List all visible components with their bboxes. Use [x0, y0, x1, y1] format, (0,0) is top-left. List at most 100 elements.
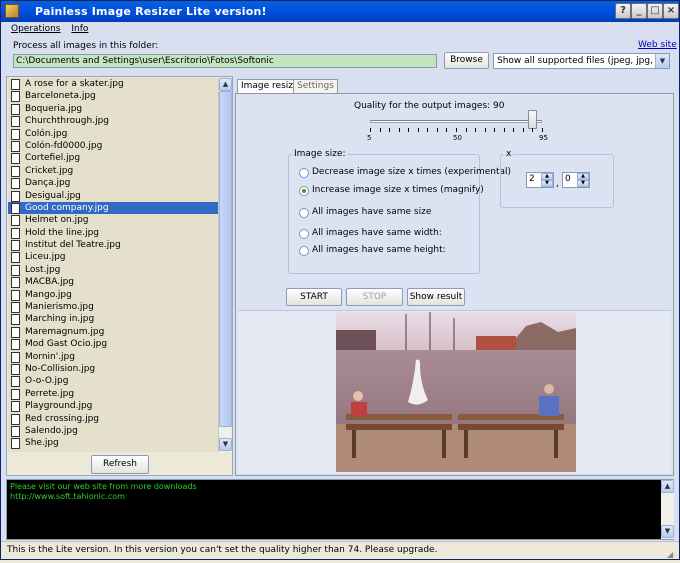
slider-tick-label: 5 [367, 134, 372, 142]
file-filter-select[interactable]: Show all supported files (jpeg, jpg, gif… [493, 53, 670, 69]
file-list-item[interactable]: Playground.jpg [8, 400, 218, 413]
file-list-item[interactable]: Cricket.jpg [8, 165, 218, 177]
spin-down-icon[interactable]: ▼ [577, 180, 589, 187]
file-name: Colón.jpg [25, 128, 68, 139]
scroll-down-icon[interactable]: ▼ [219, 438, 232, 451]
radio-button[interactable] [299, 208, 309, 218]
file-list-item[interactable]: Dança.jpg [8, 177, 218, 190]
scroll-up-icon[interactable]: ▲ [661, 480, 674, 493]
file-name: MACBA.jpg [25, 277, 75, 288]
start-button[interactable]: START [286, 288, 342, 306]
file-name: Mornin'.jpg [25, 351, 75, 362]
file-list-item[interactable]: Hold the line.jpg [8, 227, 218, 239]
file-list-item[interactable]: Maremagnum.jpg [8, 326, 218, 338]
file-list-item[interactable]: Colón.jpg [8, 128, 218, 140]
stop-button[interactable]: STOP [346, 288, 403, 306]
console-scrollbar[interactable]: ▲ ▼ [661, 480, 674, 539]
radio-button[interactable] [299, 246, 309, 256]
status-text: This is the Lite version. In this versio… [7, 545, 438, 555]
file-list-item[interactable]: Manierismo.jpg [8, 301, 218, 314]
slider-tick [485, 128, 486, 132]
document-icon [11, 289, 20, 301]
browse-button[interactable]: Browse [444, 52, 489, 69]
radio-button[interactable] [299, 186, 309, 196]
file-list-item[interactable]: A rose for a skater.jpg [8, 78, 218, 90]
console-line: Please visit our web site from more down… [10, 482, 197, 491]
file-list-item[interactable]: MACBA.jpg [8, 276, 218, 289]
chevron-down-icon[interactable]: ▼ [655, 54, 669, 68]
file-list-item[interactable]: Perrete.jpg [8, 388, 218, 400]
file-list-item[interactable]: Desigual.jpg [8, 190, 218, 202]
scroll-down-icon[interactable]: ▼ [661, 525, 674, 538]
file-name: Hold the line.jpg [25, 227, 100, 238]
image-size-title: Image size: [292, 149, 348, 159]
radio-label: All images have same width: [312, 228, 442, 238]
slider-tick [418, 128, 419, 132]
file-list-item[interactable]: Helmet on.jpg [8, 214, 218, 227]
document-icon [11, 190, 20, 202]
file-list-item[interactable]: Churchthrough.jpg [8, 115, 218, 128]
radio-button[interactable] [299, 168, 309, 178]
minimize-button[interactable]: _ [631, 3, 647, 19]
file-list-item[interactable]: Colón-fd0000.jpg [8, 140, 218, 152]
file-list-item[interactable]: Good company.jpg [8, 201, 218, 215]
refresh-button[interactable]: Refresh [91, 455, 149, 474]
file-list-scrollbar[interactable]: ▲ ▼ [218, 78, 232, 452]
multiplier-integer-spinner[interactable]: 2 ▲ ▼ [526, 172, 554, 188]
folder-path-input[interactable]: C:\Documents and Settings\user\Escritori… [13, 54, 437, 68]
menu-info[interactable]: Info [71, 24, 88, 34]
file-name: A rose for a skater.jpg [25, 79, 124, 89]
file-list-item[interactable]: Institut del Teatre.jpg [8, 239, 218, 252]
document-icon [11, 264, 20, 276]
maximize-button[interactable]: □ [647, 3, 663, 19]
quality-slider[interactable] [370, 120, 542, 123]
spin-up-icon[interactable]: ▲ [577, 173, 589, 180]
resize-grip-icon[interactable]: ◢ [667, 547, 677, 559]
menu-bar: Operations Info [11, 24, 96, 36]
file-name: Manierismo.jpg [25, 302, 94, 313]
file-list-item[interactable]: Liceu.jpg [8, 251, 218, 264]
file-name: Churchthrough.jpg [25, 116, 109, 127]
slider-tick [466, 128, 467, 132]
file-list-item[interactable]: Mornin'.jpg [8, 351, 218, 363]
file-list-item[interactable]: O-o-O.jpg [8, 375, 218, 388]
spin-up-icon[interactable]: ▲ [541, 173, 553, 180]
help-button[interactable]: ? [615, 3, 631, 19]
document-icon [11, 165, 20, 177]
multiplier-integer-value: 2 [529, 174, 535, 184]
file-list-item[interactable]: Lost.jpg [8, 264, 218, 276]
multiplier-separator: , [556, 179, 559, 189]
close-button[interactable]: × [663, 3, 679, 19]
document-icon [11, 401, 20, 413]
spin-down-icon[interactable]: ▼ [541, 180, 553, 187]
file-list-item[interactable]: Red crossing.jpg [8, 413, 218, 425]
document-icon [11, 425, 20, 437]
file-list-item[interactable]: Marching in.jpg [8, 313, 218, 326]
scroll-thumb[interactable] [219, 91, 232, 427]
quality-slider-thumb[interactable] [528, 110, 537, 129]
slider-tick [456, 128, 457, 132]
scroll-up-icon[interactable]: ▲ [219, 78, 232, 91]
file-list-item[interactable]: Cortefiel.jpg [8, 152, 218, 165]
file-list[interactable]: A rose for a skater.jpg Barceloneta.jpg Bo… [8, 78, 218, 452]
file-name: Mango.jpg [25, 289, 72, 300]
document-icon [11, 215, 20, 227]
radio-button[interactable] [299, 229, 309, 239]
menu-operations[interactable]: Operations [11, 24, 60, 34]
quality-label: Quality for the output images: 90 [354, 101, 505, 111]
file-list-item[interactable]: Mango.jpg [8, 289, 218, 301]
file-list-item[interactable]: She.jpg [8, 437, 218, 450]
file-list-item[interactable]: Boqueria.jpg [8, 103, 218, 115]
file-name: Red crossing.jpg [25, 413, 99, 424]
tab-settings[interactable]: Settings [293, 79, 338, 93]
file-list-item[interactable]: Mod Gast Ocio.jpg [8, 338, 218, 351]
slider-tick [523, 128, 524, 132]
file-list-item[interactable]: No-Collision.jpg [8, 363, 218, 375]
document-icon [11, 240, 20, 252]
website-link[interactable]: Web site [638, 40, 677, 50]
file-list-item[interactable]: Salendo.jpg [8, 425, 218, 437]
file-list-item[interactable]: Barceloneta.jpg [8, 90, 218, 103]
multiplier-decimal-spinner[interactable]: 0 ▲ ▼ [562, 172, 590, 188]
file-name: Barceloneta.jpg [25, 91, 96, 102]
show-result-button[interactable]: Show result [407, 288, 465, 306]
